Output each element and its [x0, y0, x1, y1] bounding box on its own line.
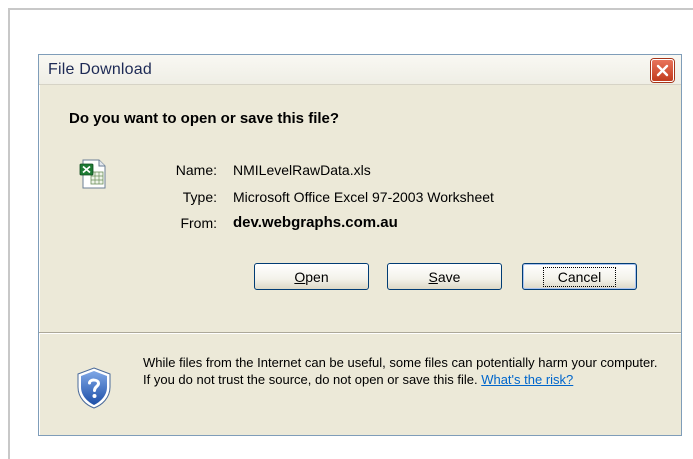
cancel-label: Cancel: [542, 266, 617, 287]
open-button[interactable]: Open: [254, 263, 369, 290]
title-bar[interactable]: File Download: [39, 55, 681, 85]
name-label: Name:: [175, 162, 217, 178]
type-label: Type:: [182, 189, 217, 205]
file-name-value: NMILevelRawData.xls: [233, 162, 371, 178]
shield-question-icon: [77, 367, 111, 409]
save-label-rest: ave: [437, 268, 461, 285]
excel-file-icon: [79, 159, 106, 189]
page-frame-top: [8, 8, 693, 10]
from-label: From:: [180, 215, 217, 231]
open-label-rest: pen: [305, 268, 329, 285]
warning-text: While files from the Internet can be use…: [143, 355, 658, 387]
file-type-value: Microsoft Office Excel 97-2003 Worksheet: [233, 189, 494, 205]
whats-the-risk-link[interactable]: What's the risk?: [481, 372, 573, 387]
cancel-button[interactable]: Cancel: [522, 263, 637, 290]
close-icon: [656, 64, 669, 77]
save-button[interactable]: Save: [387, 263, 502, 290]
open-mnemonic: O: [294, 268, 306, 285]
security-warning: While files from the Internet can be use…: [143, 354, 663, 388]
close-button[interactable]: [651, 59, 674, 82]
save-mnemonic: S: [428, 268, 438, 285]
dialog-title: File Download: [48, 61, 152, 78]
file-download-dialog: File Download Do you want to open or sav…: [38, 54, 682, 436]
dialog-question: Do you want to open or save this file?: [69, 110, 340, 127]
separator-highlight: [39, 333, 681, 334]
file-source-value: dev.webgraphs.com.au: [233, 214, 398, 231]
page-frame-left: [8, 8, 10, 459]
